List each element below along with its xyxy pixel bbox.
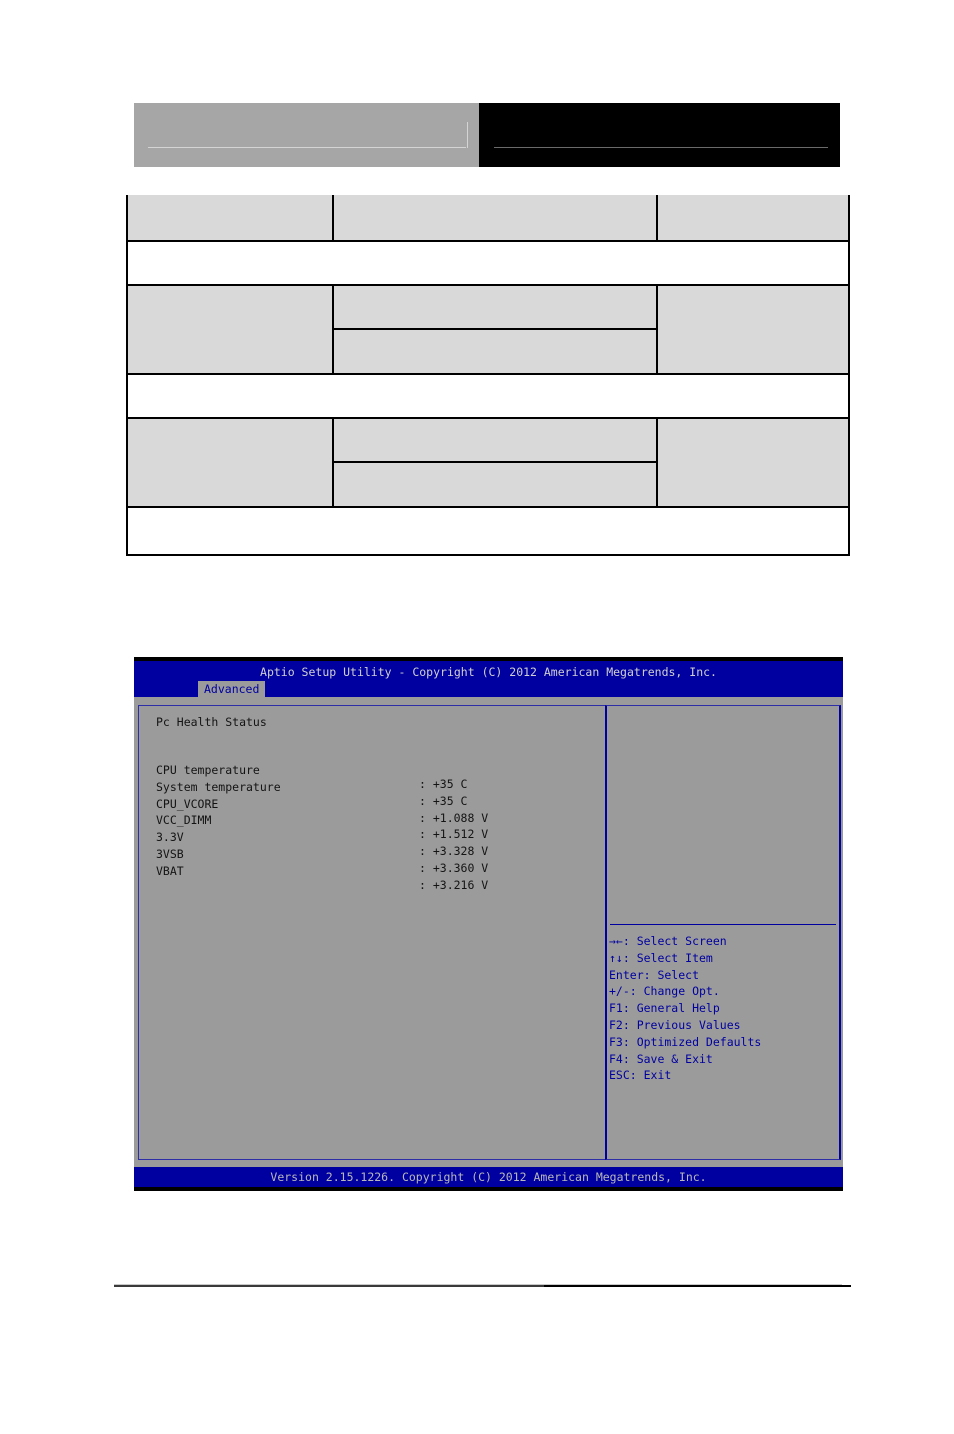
table-divider [128, 284, 848, 286]
table-cell [658, 195, 848, 240]
reading-label: VBAT [156, 863, 184, 878]
reading-3v3: 3.3V : +3.328 V [156, 816, 596, 858]
tab-advanced[interactable]: Advanced [198, 681, 266, 697]
table-cell-description [128, 508, 848, 554]
reading-cpu-vcore: CPU_VCORE : +1.088 V [156, 783, 596, 825]
help-select-screen: →←: Select Screen [609, 934, 727, 948]
page-header-left [134, 103, 479, 167]
table-cell [128, 286, 332, 373]
bios-title-bar: Aptio Setup Utility - Copyright (C) 2012… [134, 661, 843, 697]
table-cell [334, 419, 656, 461]
help-select-item: ↑↓: Select Item [609, 950, 713, 965]
bios-version-footer: Version 2.15.1226. Copyright (C) 2012 Am… [134, 1167, 843, 1187]
reading-system-temperature: System temperature : +35 C [156, 766, 596, 808]
table-divider [332, 195, 334, 240]
table-cell [334, 286, 656, 328]
bios-screen: Aptio Setup Utility - Copyright (C) 2012… [134, 657, 843, 1191]
table-cell-description [128, 375, 848, 417]
health-readings: CPU temperature : +35 C System temperatu… [156, 749, 596, 892]
reading-value: : +3.216 V [419, 877, 489, 892]
footer-rule [544, 1285, 851, 1287]
header-rule [494, 147, 828, 148]
footer-rule [114, 1285, 544, 1287]
reading-3vsb: 3VSB : +3.360 V [156, 833, 596, 875]
table-divider [128, 506, 848, 508]
page-header-right [479, 103, 840, 167]
bios-bottom-border [134, 1187, 843, 1191]
reading-cpu-temperature: CPU temperature : +35 C [156, 749, 596, 791]
reading-vbat: VBAT : +3.216 V [156, 850, 596, 892]
section-title: Pc Health Status [156, 715, 267, 729]
table-cell [334, 195, 656, 240]
header-rule-vertical [467, 122, 468, 148]
reading-vcc-dimm: VCC_DIMM : +1.512 V [156, 799, 596, 841]
table-cell [658, 419, 848, 506]
help-general-help: F1: General Help [609, 1001, 720, 1016]
table-cell [334, 330, 656, 373]
help-enter-select: Enter: Select [609, 967, 700, 982]
table-divider [128, 240, 848, 242]
help-separator [610, 924, 836, 925]
bios-title: Aptio Setup Utility - Copyright (C) 2012… [260, 665, 717, 679]
table-cell [658, 286, 848, 373]
table-divider [656, 195, 658, 240]
table-divider [332, 328, 658, 330]
table-divider [332, 461, 658, 463]
header-rule [148, 147, 466, 148]
help-optimized-defaults: F3: Optimized Defaults [609, 1034, 762, 1049]
table-cell [128, 419, 332, 506]
help-change-opt: +/-: Change Opt. [609, 984, 720, 999]
table-cell [128, 195, 332, 240]
help-esc-exit: ESC: Exit [609, 1068, 672, 1083]
table-cell-description [128, 242, 848, 284]
option-table [126, 195, 850, 556]
help-previous-values: F2: Previous Values [609, 1017, 741, 1032]
table-divider [128, 373, 848, 375]
table-divider [128, 417, 848, 419]
help-save-exit: F4: Save & Exit [609, 1051, 713, 1066]
table-cell [334, 463, 656, 506]
bios-help-panel [605, 705, 841, 1160]
key-help: →←: Select Screen ↑↓: Select Item Enter:… [609, 934, 761, 1085]
